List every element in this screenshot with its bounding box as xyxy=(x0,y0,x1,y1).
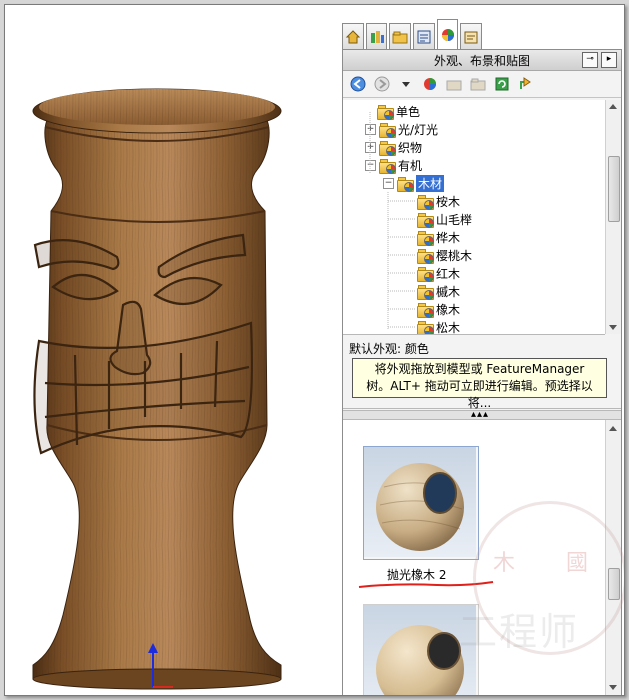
forward-icon[interactable] xyxy=(373,75,391,93)
tree-item-selected[interactable]: − 木材 xyxy=(383,174,445,192)
polished-oak-ball-icon xyxy=(364,447,476,557)
scroll-down-icon[interactable] xyxy=(609,685,617,690)
scroll-up-icon[interactable] xyxy=(609,426,617,431)
pane-toolbar xyxy=(343,71,621,98)
app-window: 外观、布景和贴图 ⊸ ▸ 单色 + 光/灯光 + 织物 − 有机 − 木材 桉木… xyxy=(4,4,625,696)
graphics-viewport[interactable] xyxy=(5,5,338,695)
appearance-folder-icon xyxy=(377,104,394,120)
up-folder-icon[interactable] xyxy=(517,75,535,93)
tiki-model xyxy=(32,88,282,690)
home-tab-icon[interactable] xyxy=(342,23,364,50)
tree-item[interactable]: − 有机 xyxy=(365,156,422,174)
appearance-folder-icon xyxy=(417,320,434,334)
pane-splitter[interactable]: ▴▴▴ xyxy=(343,410,621,420)
info-panel: 默认外观: 颜色 将外观拖放到模型或 FeatureManager 树。ALT+… xyxy=(343,336,621,410)
file-explorer-tab-icon[interactable] xyxy=(389,23,412,50)
tree-item[interactable]: 红木 xyxy=(417,264,460,282)
appearances-tab-icon[interactable] xyxy=(436,19,459,50)
collapse-icon[interactable]: − xyxy=(383,177,394,189)
tooltip: 将外观拖放到模型或 FeatureManager 树。ALT+ 拖动可立即进行编… xyxy=(352,358,607,410)
new-folder-icon[interactable] xyxy=(469,75,487,93)
view-palette-tab-icon[interactable] xyxy=(413,23,435,50)
splitter-grip-icon[interactable]: ▴▴▴ xyxy=(471,410,489,420)
watermark-seal-text: 木 國 xyxy=(493,551,610,576)
expand-icon[interactable]: + xyxy=(365,141,376,153)
pane-menu-icon[interactable]: ▸ xyxy=(601,52,617,68)
red-underline xyxy=(358,581,494,588)
tree-item[interactable]: 单色 xyxy=(377,102,420,120)
scroll-thumb[interactable] xyxy=(608,156,620,222)
tree-item[interactable]: 松木 xyxy=(417,318,460,334)
pane-title-bar: 外观、布景和贴图 ⊸ ▸ xyxy=(343,50,621,71)
appearance-icon[interactable] xyxy=(421,75,439,93)
appearance-folder-icon xyxy=(379,122,396,138)
tree-item[interactable]: 樱桃木 xyxy=(417,246,472,264)
tree-scrollbar[interactable] xyxy=(605,100,621,334)
design-library-tab-icon[interactable] xyxy=(365,23,388,50)
tree-item[interactable]: 桦木 xyxy=(417,228,460,246)
expand-icon[interactable]: + xyxy=(365,123,376,135)
scroll-down-icon[interactable] xyxy=(609,325,617,330)
watermark-text: 工程师 xyxy=(459,610,580,654)
scroll-up-icon[interactable] xyxy=(609,104,617,109)
default-appearance-label: 默认外观: 颜色 xyxy=(349,342,429,356)
appearance-folder-icon xyxy=(417,230,434,246)
task-pane-tabs xyxy=(342,19,483,50)
pane-title: 外观、布景和贴图 xyxy=(433,53,530,68)
appearance-folder-icon xyxy=(417,284,434,300)
appearance-thumbnail[interactable] xyxy=(363,446,479,560)
appearance-folder-icon xyxy=(417,302,434,318)
appearance-folder-icon xyxy=(397,176,414,192)
tree-item[interactable]: 槭木 xyxy=(417,282,460,300)
dropdown-icon[interactable] xyxy=(397,75,415,93)
appearance-folder-icon xyxy=(417,266,434,282)
appearances-pane: 外观、布景和贴图 ⊸ ▸ 单色 + 光/灯光 + 织物 − 有机 − 木材 桉木… xyxy=(342,49,622,695)
appearance-folder-icon xyxy=(417,194,434,210)
appearance-tree[interactable]: 单色 + 光/灯光 + 织物 − 有机 − 木材 桉木 山毛榉 桦木 樱桃木 红… xyxy=(343,100,605,335)
appearance-folder-icon xyxy=(379,140,396,156)
appearance-folder-icon xyxy=(379,158,396,174)
appearance-folder-icon xyxy=(417,248,434,264)
collapse-icon[interactable]: − xyxy=(365,159,376,171)
tree-item[interactable]: 桉木 xyxy=(417,192,460,210)
custom-properties-tab-icon[interactable] xyxy=(460,23,483,50)
tree-item[interactable]: 山毛榉 xyxy=(417,210,472,228)
tree-item[interactable]: + 织物 xyxy=(365,138,422,156)
back-icon[interactable] xyxy=(349,75,367,93)
folder-icon[interactable] xyxy=(445,75,463,93)
appearance-folder-icon xyxy=(417,212,434,228)
pin-icon[interactable]: ⊸ xyxy=(582,52,598,68)
refresh-icon[interactable] xyxy=(493,75,511,93)
tree-item[interactable]: 橡木 xyxy=(417,300,460,318)
tree-item[interactable]: + 光/灯光 xyxy=(365,120,438,138)
